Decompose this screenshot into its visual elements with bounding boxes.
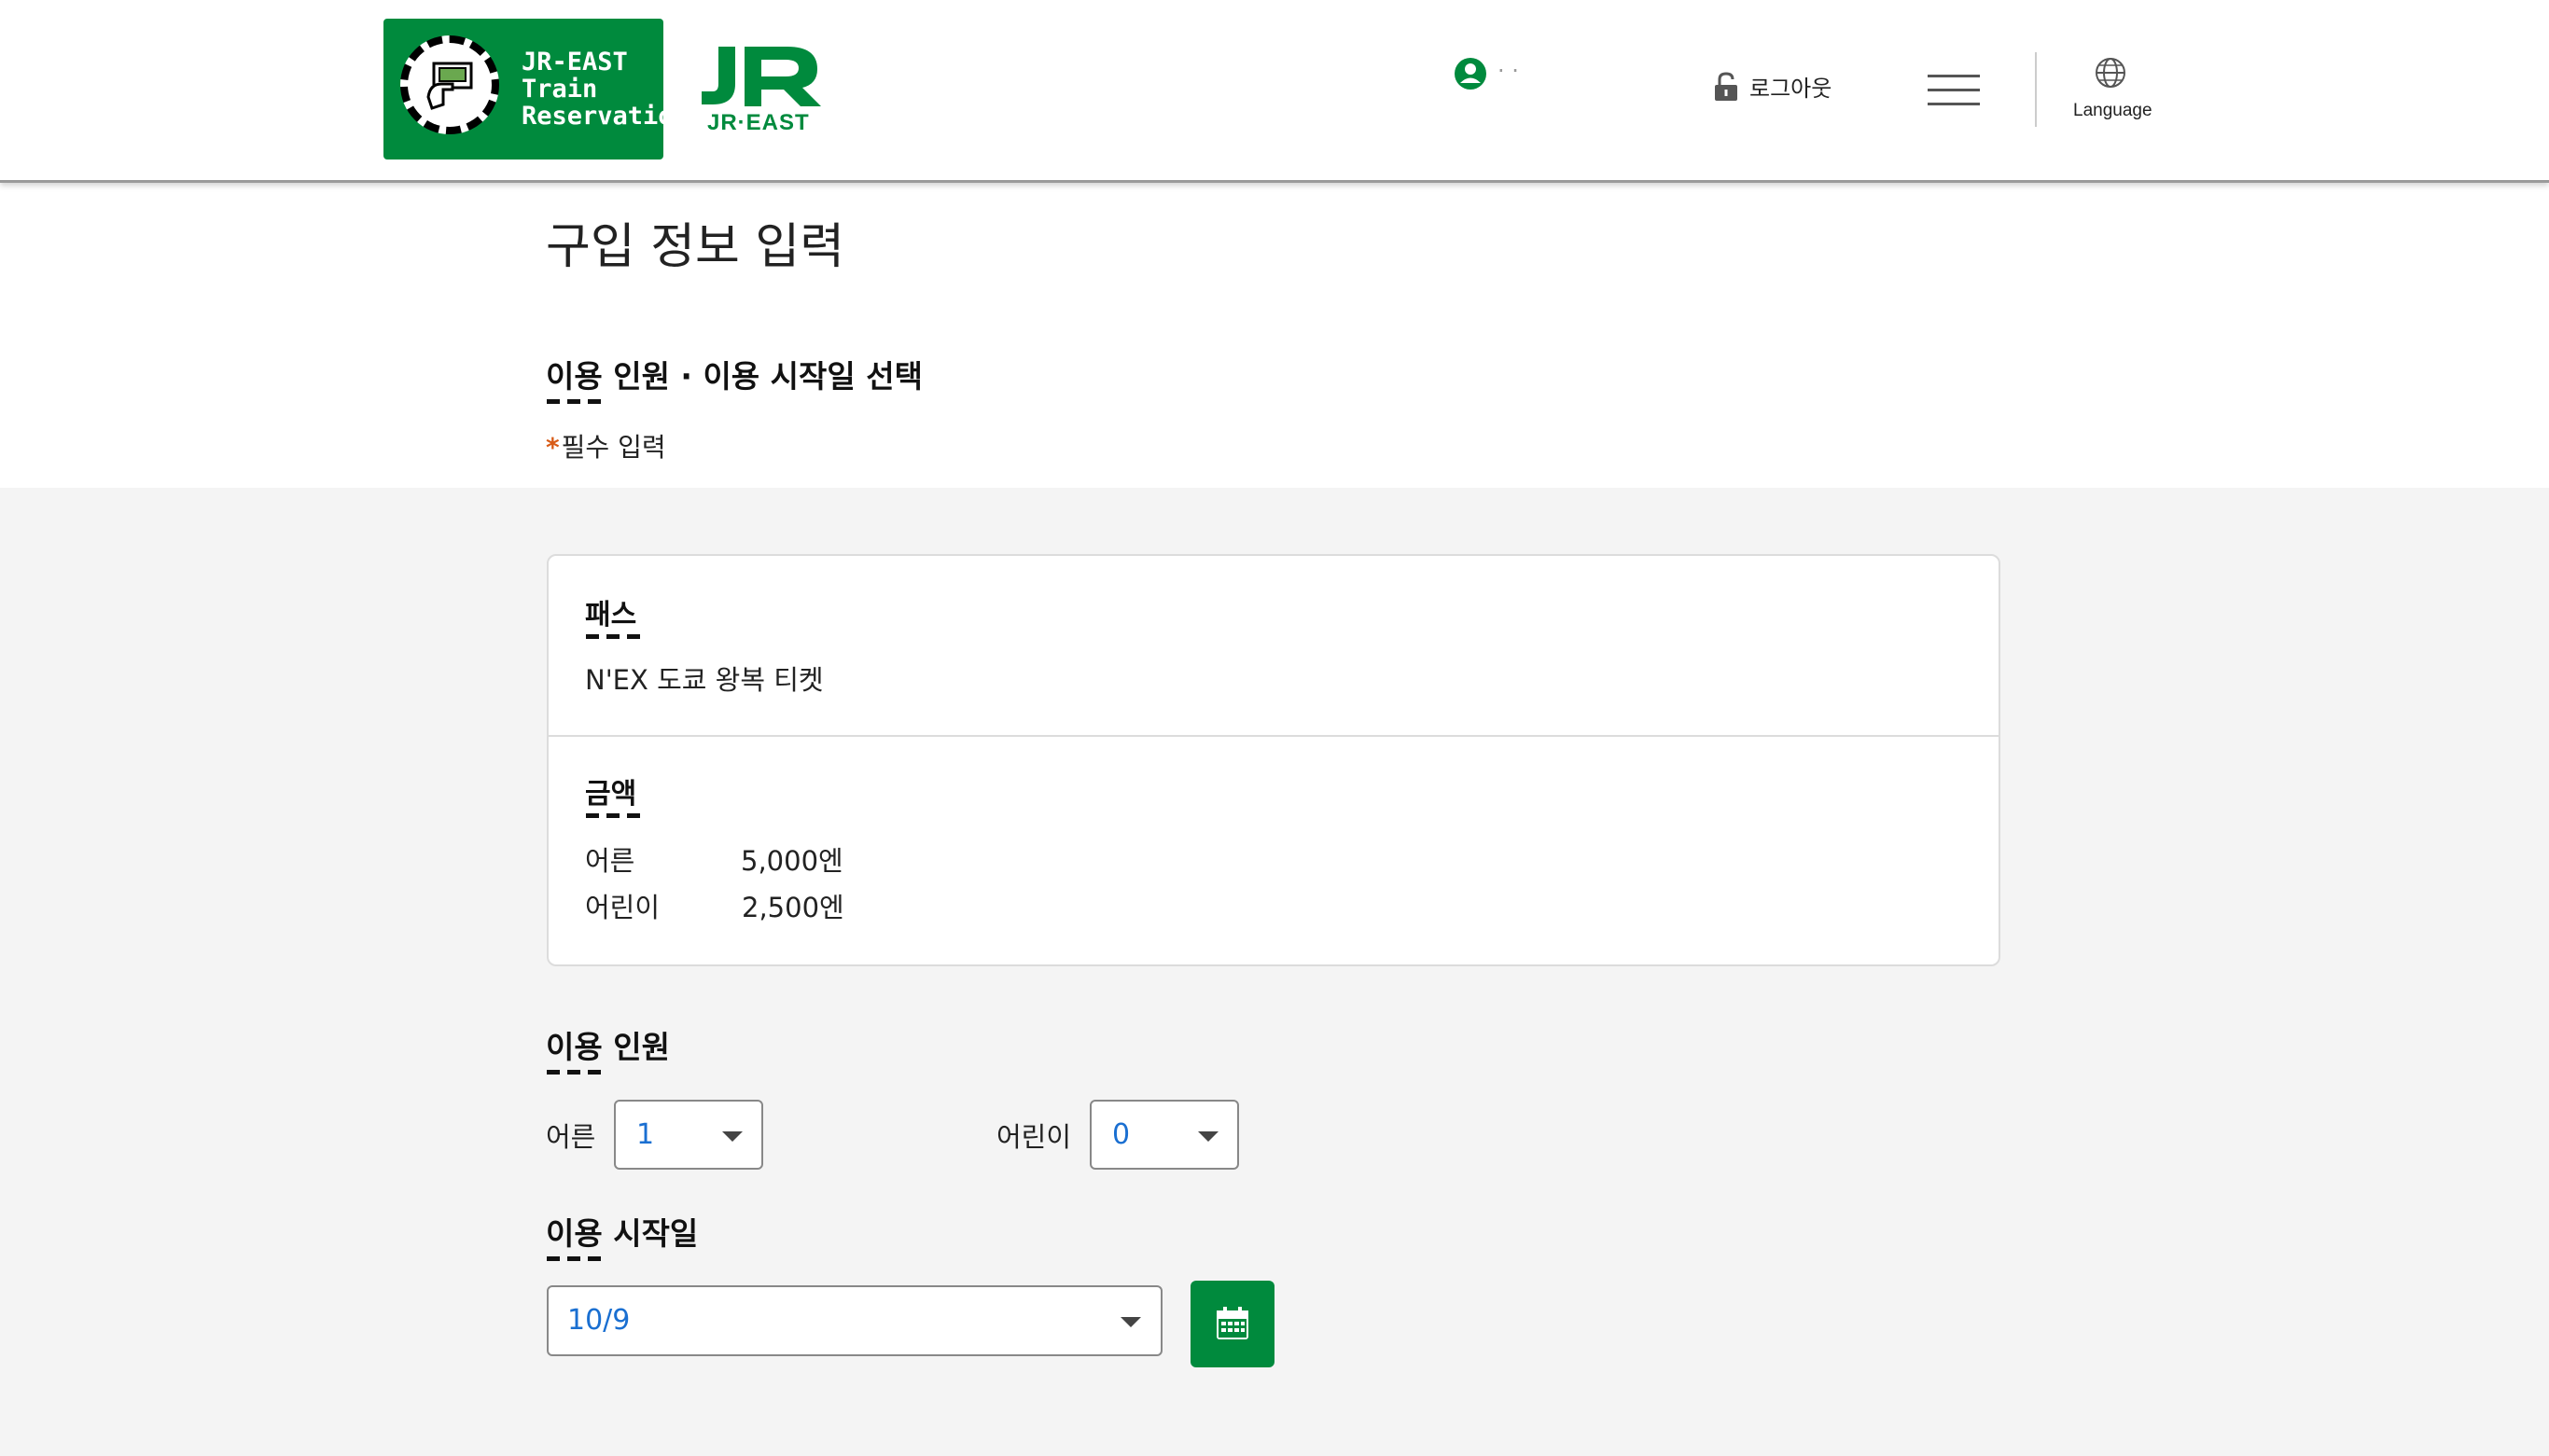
lock-icon — [1715, 71, 1737, 101]
language-label: Language — [2073, 101, 2152, 120]
page-intro — [0, 180, 2549, 488]
required-mark: * — [546, 432, 560, 463]
logout-button[interactable]: 로그아웃 — [1714, 70, 1832, 103]
price-amount-adult: 5,000엔 — [741, 845, 843, 877]
jr-east-logo[interactable]: JR·EAST — [698, 43, 825, 136]
user-icon[interactable] — [1455, 58, 1486, 90]
child-count-label: 어린이 — [996, 1121, 1072, 1153]
pass-name: N'EX 도쿄 왕복 티켓 — [585, 664, 824, 696]
language-button[interactable]: Language — [2073, 56, 2152, 121]
user-name: · · — [1497, 58, 1519, 84]
people-label-underline — [547, 1070, 603, 1075]
start-date-select[interactable]: 10/9 — [547, 1285, 1163, 1356]
start-date-value: 10/9 — [567, 1304, 631, 1337]
adult-count-value: 1 — [636, 1118, 655, 1151]
price-label-underline — [586, 813, 640, 818]
calendar-button[interactable] — [1191, 1281, 1274, 1367]
ticket-logo-icon — [400, 35, 499, 134]
card-divider — [549, 735, 1999, 737]
jr-east-train-reservation-logo[interactable]: JR-EAST Train Reservation — [383, 19, 689, 159]
start-date-label-underline — [547, 1256, 603, 1261]
adult-count-select[interactable]: 1 — [614, 1100, 763, 1170]
jr-east-logo-sub: JR·EAST — [707, 110, 810, 135]
pass-info-card: 패스 N'EX 도쿄 왕복 티켓 금액 어른 5,000엔 어린이 2,500엔 — [547, 554, 2000, 966]
start-date-label: 이용 시작일 — [546, 1215, 699, 1252]
child-count-value: 0 — [1112, 1118, 1131, 1151]
site-header: JR-EAST Train Reservation JR·EAST · · 로그… — [0, 0, 2549, 183]
required-note: *필수 입력 — [546, 427, 666, 465]
page-title: 구입 정보 입력 — [546, 219, 845, 275]
price-type-child: 어린이 — [585, 892, 661, 923]
chevron-down-icon — [1121, 1317, 1141, 1327]
child-count-select[interactable]: 0 — [1090, 1100, 1239, 1170]
price-label: 금액 — [585, 778, 637, 811]
header-divider — [2035, 52, 2037, 127]
menu-icon[interactable] — [1928, 75, 1980, 106]
globe-icon — [2096, 58, 2125, 88]
calendar-icon — [1217, 1307, 1248, 1339]
required-label: 필수 입력 — [561, 432, 666, 463]
pass-label-underline — [586, 634, 640, 639]
chevron-down-icon — [722, 1131, 743, 1142]
logout-label: 로그아웃 — [1749, 76, 1832, 102]
logo-reservation-text: JR-EAST Train Reservation — [522, 48, 689, 131]
price-type-adult: 어른 — [585, 845, 635, 877]
price-amount-child: 2,500엔 — [742, 892, 844, 923]
adult-count-label: 어른 — [546, 1121, 596, 1153]
section-title: 이용 인원 · 이용 시작일 선택 — [546, 358, 923, 395]
people-label: 이용 인원 — [546, 1029, 670, 1065]
chevron-down-icon — [1198, 1131, 1219, 1142]
section-title-underline — [547, 399, 603, 404]
pass-label: 패스 — [585, 599, 637, 631]
